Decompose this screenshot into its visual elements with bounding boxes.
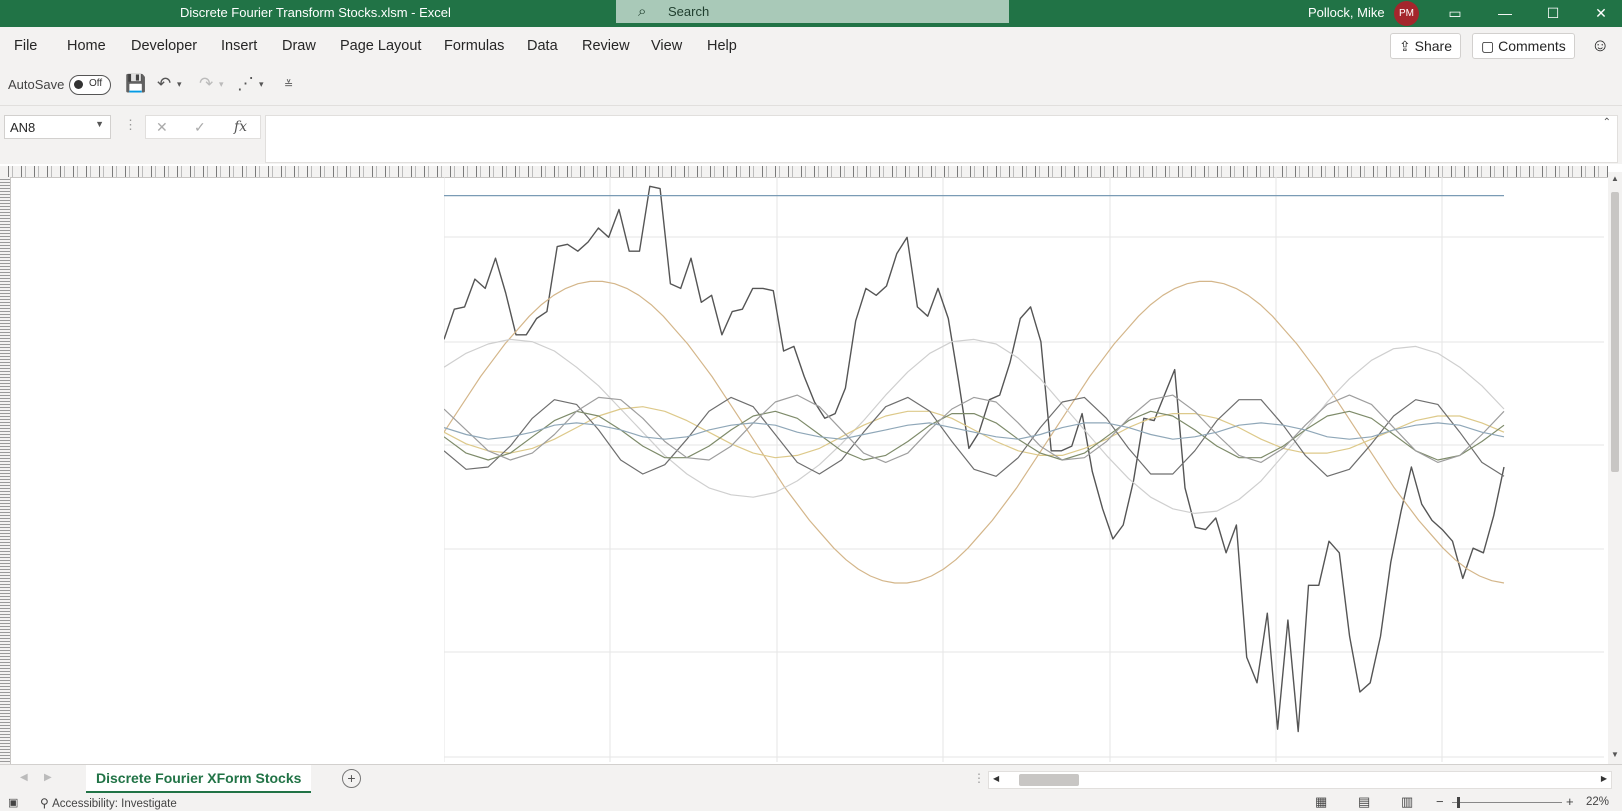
row-headers[interactable]: [0, 177, 11, 764]
page-layout-view-icon[interactable]: ▤: [1358, 794, 1370, 810]
page-break-view-icon[interactable]: ▥: [1401, 794, 1413, 810]
tab-formulas[interactable]: Formulas: [444, 38, 504, 54]
autosave-label: AutoSave: [8, 77, 65, 92]
zoom-slider-thumb[interactable]: [1457, 797, 1460, 808]
search-placeholder: Search: [668, 4, 710, 19]
vertical-scroll-thumb[interactable]: [1611, 192, 1619, 472]
tab-insert[interactable]: Insert: [221, 38, 257, 54]
chart-dropdown-icon[interactable]: ▾: [259, 79, 264, 90]
zoom-in-icon[interactable]: +: [1566, 794, 1574, 809]
feedback-icon[interactable]: ☺: [1591, 35, 1609, 56]
maximize-icon[interactable]: ☐: [1530, 0, 1576, 27]
horizontal-scrollbar[interactable]: ◀ ▶: [988, 771, 1612, 789]
tab-view[interactable]: View: [651, 38, 682, 54]
series-line-7: [444, 394, 1505, 463]
scroll-left-icon[interactable]: ◀: [993, 774, 999, 783]
series-line-0: [444, 185, 1505, 733]
comments-button[interactable]: ▢ Comments: [1472, 33, 1575, 59]
ribbon-display-options-icon[interactable]: ▭: [1432, 0, 1478, 27]
customize-toolbar-icon[interactable]: ≚: [284, 78, 293, 91]
tab-file[interactable]: File: [14, 38, 37, 54]
tab-review[interactable]: Review: [582, 38, 630, 54]
tab-developer[interactable]: Developer: [131, 38, 197, 54]
scroll-down-icon[interactable]: ▼: [1611, 750, 1619, 759]
formula-buttons: ✕ ✓ fx: [145, 115, 261, 139]
undo-icon[interactable]: ↶: [157, 74, 171, 94]
name-box[interactable]: AN8 ▼: [4, 115, 111, 139]
close-icon[interactable]: ✕: [1578, 0, 1622, 27]
tab-help[interactable]: Help: [707, 38, 737, 54]
series-line-5: [444, 396, 1505, 477]
avatar[interactable]: PM: [1394, 1, 1419, 26]
accessibility-icon: ⚲: [40, 796, 53, 810]
prev-sheet-icon[interactable]: ◀: [20, 772, 28, 783]
search-box[interactable]: ⌕ Search: [616, 0, 1009, 23]
tab-draw[interactable]: Draw: [282, 38, 316, 54]
status-bar: ▣ ⚲ Accessibility: Investigate ▦ ▤ ▥ − +…: [0, 793, 1622, 811]
formula-bar-grip-icon: ⋮: [124, 117, 137, 132]
zoom-out-icon[interactable]: −: [1436, 794, 1444, 809]
horizontal-scroll-thumb[interactable]: [1019, 774, 1079, 786]
normal-view-icon[interactable]: ▦: [1315, 794, 1327, 810]
enter-icon[interactable]: ✓: [194, 119, 206, 136]
formula-bar: AN8 ▼ ⋮ ✕ ✓ fx ⌃: [0, 106, 1622, 164]
cancel-icon[interactable]: ✕: [156, 119, 168, 136]
undo-dropdown-icon[interactable]: ▾: [177, 79, 182, 90]
scroll-up-icon[interactable]: ▲: [1611, 174, 1619, 183]
sheet-tab-active[interactable]: Discrete Fourier XForm Stocks: [86, 765, 312, 794]
sheet-tab-bar: ◀ ▶ Discrete Fourier XForm Stocks + ⋮ ◀ …: [0, 764, 1622, 794]
share-button[interactable]: ⇪ Share: [1390, 33, 1461, 59]
chart[interactable]: [444, 177, 1604, 762]
vertical-scrollbar[interactable]: ▲ ▼: [1608, 172, 1622, 764]
split-grip-icon[interactable]: ⋮: [973, 771, 985, 785]
chevron-down-icon: ▼: [95, 119, 104, 129]
window-title: Discrete Fourier Transform Stocks.xlsm -…: [180, 5, 451, 20]
redo-dropdown-icon[interactable]: ▾: [219, 79, 224, 90]
zoom-level[interactable]: 22%: [1586, 796, 1609, 808]
tab-home[interactable]: Home: [67, 38, 106, 54]
minimize-icon[interactable]: —: [1482, 0, 1528, 27]
save-icon[interactable]: 💾: [125, 74, 146, 94]
insert-function-icon[interactable]: fx: [234, 119, 247, 135]
collapse-formula-bar-icon[interactable]: ⌃: [1603, 117, 1611, 128]
chart-icon[interactable]: ⋰: [237, 74, 254, 94]
title-bar: Discrete Fourier Transform Stocks.xlsm -…: [0, 0, 1622, 27]
accessibility-status[interactable]: ⚲ Accessibility: Investigate: [40, 796, 177, 810]
redo-icon[interactable]: ↷: [199, 74, 213, 94]
search-icon: ⌕: [638, 3, 647, 20]
macro-record-icon[interactable]: ▣: [8, 796, 18, 809]
autosave-state: Off: [89, 78, 103, 89]
ribbon-tabs: File Home Developer Insert Draw Page Lay…: [0, 27, 1622, 65]
comment-icon: ▢: [1481, 38, 1499, 54]
toggle-knob: [74, 80, 83, 89]
add-sheet-icon[interactable]: +: [342, 769, 361, 788]
quick-access-toolbar: AutoSave Off 💾 ↶ ▾ ↷ ▾ ⋰ ▾ ≚: [0, 65, 1622, 106]
name-box-value: AN8: [10, 120, 36, 135]
user-name[interactable]: Pollock, Mike: [1308, 5, 1385, 20]
zoom-slider[interactable]: [1452, 802, 1562, 803]
next-sheet-icon[interactable]: ▶: [44, 772, 52, 783]
formula-input[interactable]: ⌃: [265, 115, 1618, 163]
autosave-toggle[interactable]: Off: [69, 75, 111, 95]
tab-data[interactable]: Data: [527, 38, 558, 54]
share-icon: ⇪: [1399, 38, 1415, 54]
tab-page-layout[interactable]: Page Layout: [340, 38, 421, 54]
scroll-right-icon[interactable]: ▶: [1601, 774, 1607, 783]
